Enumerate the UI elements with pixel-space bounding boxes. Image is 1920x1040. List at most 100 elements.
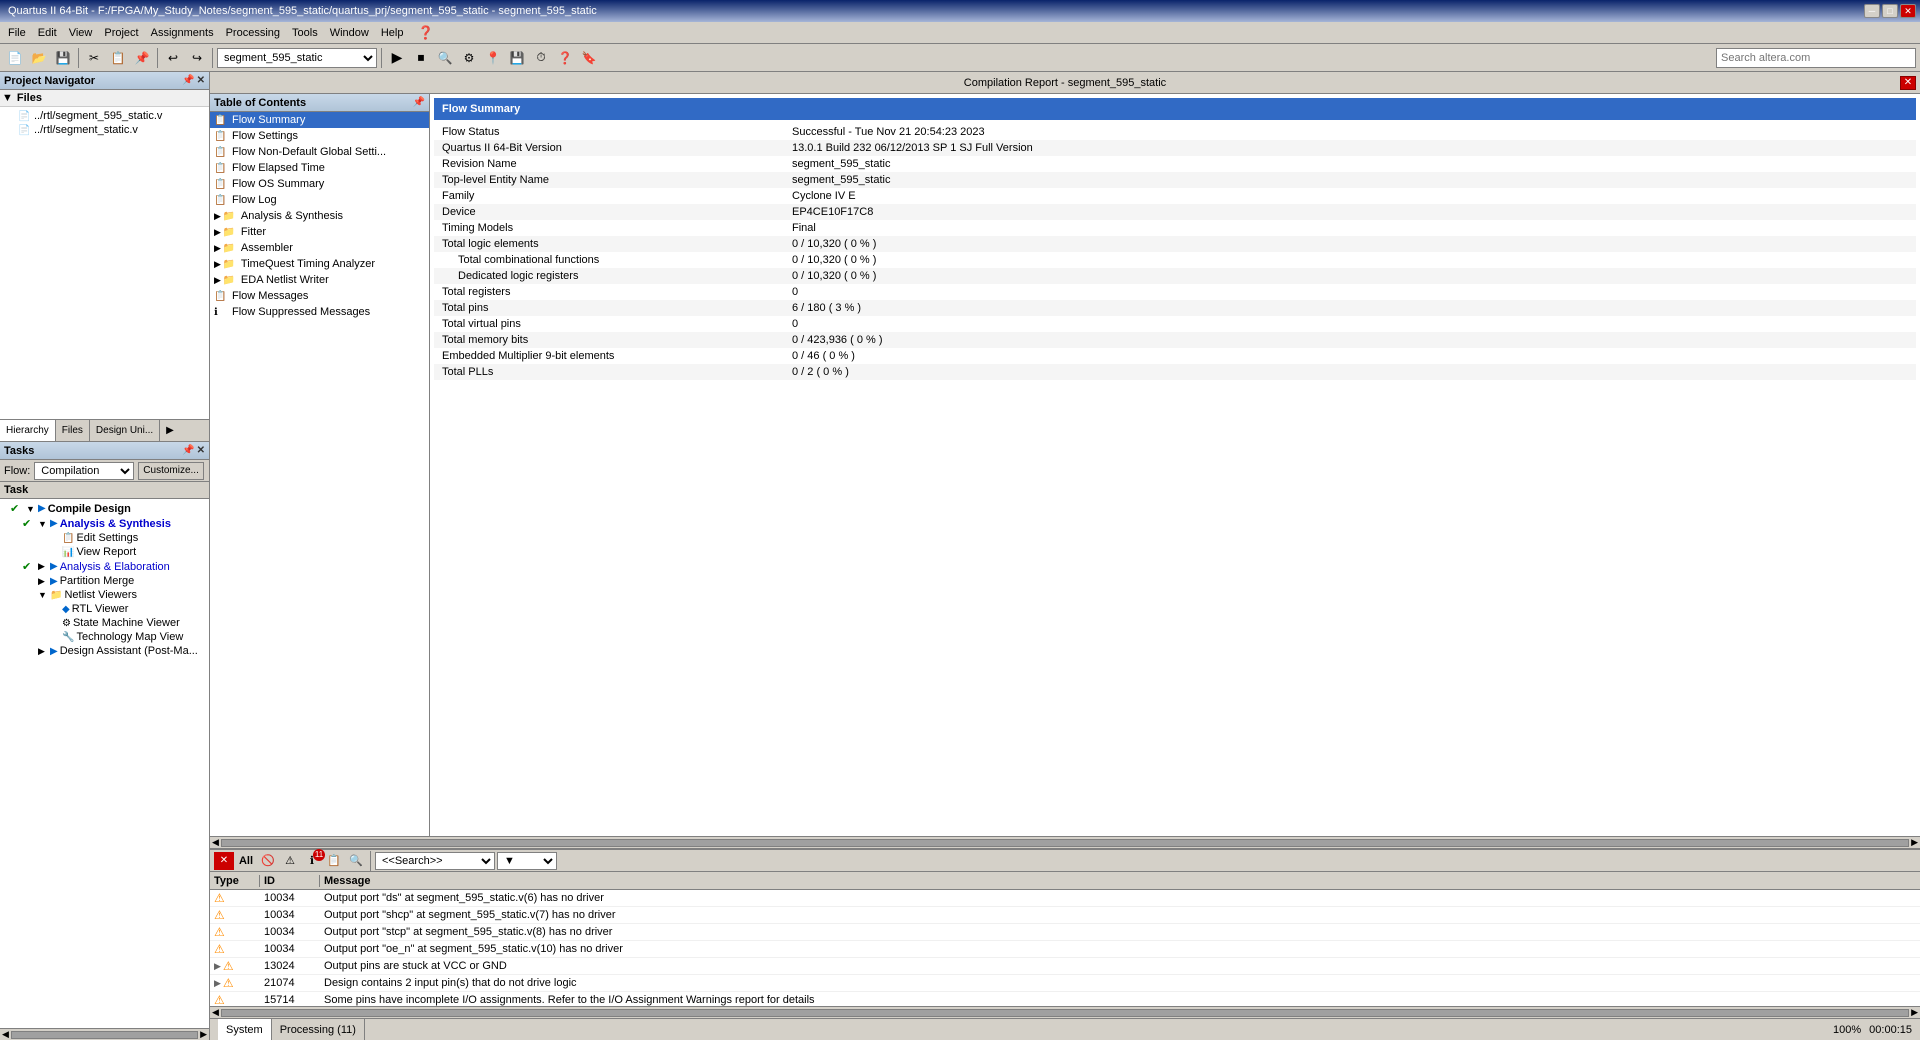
task-expand-elab[interactable]: ▶ [38, 561, 50, 572]
toc-item-flow-os[interactable]: 📋 Flow OS Summary [210, 176, 429, 192]
msg-filter-icon[interactable]: 🔍 [346, 852, 366, 870]
msg-row-3[interactable]: ⚠ 10034 Output port "stcp" at segment_59… [210, 924, 1920, 941]
msg-row-1[interactable]: ⚠ 10034 Output port "ds" at segment_595_… [210, 890, 1920, 907]
toc-expand-eda[interactable]: ▶ [214, 275, 221, 286]
bookmark-button[interactable]: 🔖 [578, 47, 600, 69]
settings-button[interactable]: ⚙ [458, 47, 480, 69]
report-scroll-left[interactable]: ◀ [212, 837, 219, 848]
task-compile-design[interactable]: ✔ ▼ ▶ Compile Design [2, 501, 207, 516]
tasks-hscroll[interactable]: ◀ ▶ [0, 1028, 209, 1040]
toc-item-flow-nondff[interactable]: 📋 Flow Non-Default Global Setti... [210, 144, 429, 160]
menu-edit[interactable]: Edit [32, 25, 63, 41]
task-expand-netlist[interactable]: ▼ [38, 590, 50, 600]
menu-assignments[interactable]: Assignments [145, 25, 220, 41]
open-file-button[interactable]: 📂 [28, 47, 50, 69]
toc-item-fitter[interactable]: ▶ 📁 Fitter [210, 224, 429, 240]
menu-window[interactable]: Window [324, 25, 375, 41]
report-scroll-right[interactable]: ▶ [1911, 837, 1918, 848]
menu-tools[interactable]: Tools [286, 25, 324, 41]
task-edit-settings[interactable]: 📋 Edit Settings [2, 531, 207, 545]
tasks-scroll-right[interactable]: ▶ [200, 1029, 207, 1040]
msg-row-6[interactable]: ▶ ⚠ 21074 Design contains 2 input pin(s)… [210, 975, 1920, 992]
pin-button[interactable]: 📍 [482, 47, 504, 69]
toc-item-timequest[interactable]: ▶ 📁 TimeQuest Timing Analyzer [210, 256, 429, 272]
close-panel-icon[interactable]: ✕ [197, 75, 205, 86]
msg-scope-select[interactable]: ▼ [497, 852, 557, 870]
compile-button[interactable]: ▶ [386, 47, 408, 69]
toc-pin-icon[interactable]: 📌 [413, 97, 425, 108]
toc-item-flow-messages[interactable]: 📋 Flow Messages [210, 288, 429, 304]
toc-item-assembler[interactable]: ▶ 📁 Assembler [210, 240, 429, 256]
toc-expand-timequest[interactable]: ▶ [214, 259, 221, 270]
maximize-button[interactable]: □ [1882, 4, 1898, 18]
task-netlist-viewers[interactable]: ▼ 📁 Netlist Viewers [2, 588, 207, 602]
help-toolbar-button[interactable]: ❓ [554, 47, 576, 69]
status-tab-system[interactable]: System [218, 1019, 272, 1040]
msg-filter-select[interactable]: <<Search>> [375, 852, 495, 870]
status-tab-processing[interactable]: Processing (11) [272, 1019, 365, 1040]
tab-design-units[interactable]: Design Uni... [90, 420, 160, 441]
task-view-report[interactable]: 📊 View Report [2, 545, 207, 559]
toc-expand-assembler[interactable]: ▶ [214, 243, 221, 254]
customize-button[interactable]: Customize... [138, 462, 204, 480]
tasks-scrollbar-thumb[interactable] [11, 1031, 198, 1039]
tab-hierarchy[interactable]: Hierarchy [0, 420, 56, 441]
report-hscroll[interactable]: ◀ ▶ [210, 836, 1920, 848]
menu-view[interactable]: View [63, 25, 99, 41]
copy-button[interactable]: 📋 [107, 47, 129, 69]
tab-files[interactable]: Files [56, 420, 90, 441]
task-design-assistant[interactable]: ▶ ▶ Design Assistant (Post-Ma... [2, 644, 207, 658]
search-altera-input[interactable] [1716, 48, 1916, 68]
undo-button[interactable]: ↩ [162, 47, 184, 69]
toc-item-analysis-syn[interactable]: ▶ 📁 Analysis & Synthesis [210, 208, 429, 224]
toc-item-flow-log[interactable]: 📋 Flow Log [210, 192, 429, 208]
save-button[interactable]: 💾 [52, 47, 74, 69]
toc-item-flow-elapsed[interactable]: 📋 Flow Elapsed Time [210, 160, 429, 176]
task-expand-da[interactable]: ▶ [38, 646, 50, 657]
report-close-button[interactable]: ✕ [1900, 76, 1916, 90]
chip-button[interactable]: 💾 [506, 47, 528, 69]
msg-error-button[interactable]: 🚫 [258, 852, 278, 870]
tasks-pin-icon[interactable]: 📌 [182, 445, 194, 456]
task-expand-partition[interactable]: ▶ [38, 576, 50, 587]
expand-icon-5[interactable]: ▶ [214, 961, 221, 972]
menu-file[interactable]: File [2, 25, 32, 41]
msg-all-button[interactable]: All [236, 852, 256, 870]
tasks-close-icon[interactable]: ✕ [197, 445, 205, 456]
msg-row-2[interactable]: ⚠ 10034 Output port "shcp" at segment_59… [210, 907, 1920, 924]
close-button[interactable]: ✕ [1900, 4, 1916, 18]
msg-scroll-right[interactable]: ▶ [1911, 1007, 1918, 1018]
msg-extra-button[interactable]: 📋 [324, 852, 344, 870]
msg-scroll-left[interactable]: ◀ [212, 1007, 219, 1018]
task-analysis-elaboration[interactable]: ✔ ▶ ▶ Analysis & Elaboration [2, 559, 207, 574]
menu-project[interactable]: Project [98, 25, 144, 41]
help-icon[interactable]: ❓ [417, 25, 433, 41]
toc-item-flow-suppressed[interactable]: ℹ Flow Suppressed Messages [210, 304, 429, 320]
new-file-button[interactable]: 📄 [4, 47, 26, 69]
expand-icon-6[interactable]: ▶ [214, 978, 221, 989]
task-partition-merge[interactable]: ▶ ▶ Partition Merge [2, 574, 207, 588]
redo-button[interactable]: ↪ [186, 47, 208, 69]
file-item-2[interactable]: 📄 ../rtl/segment_static.v [2, 123, 207, 137]
menu-help[interactable]: Help [375, 25, 410, 41]
msg-warning-button[interactable]: ⚠ [280, 852, 300, 870]
msg-row-4[interactable]: ⚠ 10034 Output port "oe_n" at segment_59… [210, 941, 1920, 958]
toc-expand-analysis-syn[interactable]: ▶ [214, 211, 221, 222]
msg-clear-button[interactable]: ✕ [214, 852, 234, 870]
msg-row-7[interactable]: ⚠ 15714 Some pins have incomplete I/O as… [210, 992, 1920, 1006]
folder-expand-icon[interactable]: ▼ [2, 92, 13, 104]
task-state-machine[interactable]: ⚙ State Machine Viewer [2, 616, 207, 630]
cut-button[interactable]: ✂ [83, 47, 105, 69]
toc-item-flow-settings[interactable]: 📋 Flow Settings [210, 128, 429, 144]
stop-button[interactable]: ⏹ [410, 47, 432, 69]
project-selector[interactable]: segment_595_static [217, 48, 377, 68]
pin-panel-icon[interactable]: 📌 [182, 75, 194, 86]
file-item-1[interactable]: 📄 ../rtl/segment_595_static.v [2, 109, 207, 123]
paste-button[interactable]: 📌 [131, 47, 153, 69]
tab-expand-icon[interactable]: ▶ [160, 420, 180, 441]
toc-item-eda[interactable]: ▶ 📁 EDA Netlist Writer [210, 272, 429, 288]
msg-scrollbar-thumb[interactable] [221, 1009, 1909, 1017]
task-rtl-viewer[interactable]: ◆ RTL Viewer [2, 602, 207, 616]
flow-selector[interactable]: Compilation [34, 462, 134, 480]
report-scrollbar-thumb[interactable] [221, 839, 1909, 847]
